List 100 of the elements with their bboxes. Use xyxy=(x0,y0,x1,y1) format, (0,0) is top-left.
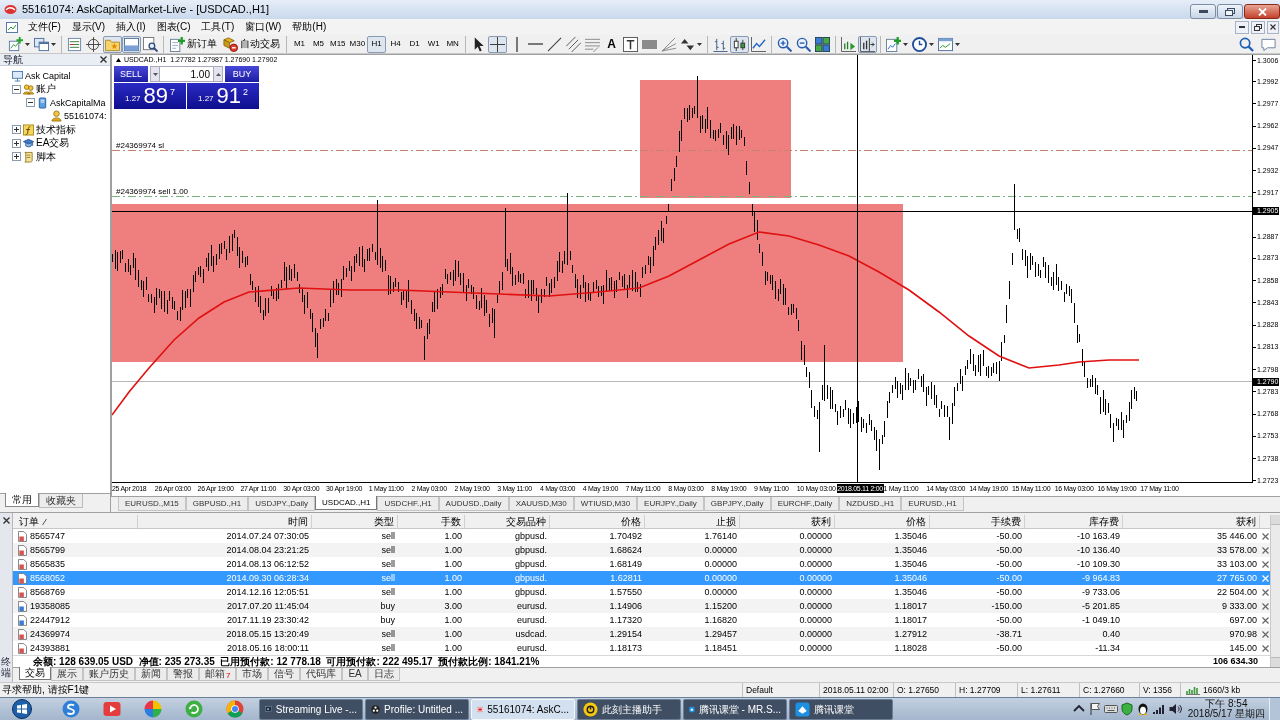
menu-item[interactable]: 显示(V) xyxy=(67,20,110,34)
table-row[interactable]: 19358085 2017.07.20 11:45:04 buy 3.00 eurusd. 1.14906 1.15200 0.00000 1.18017 -150.00 -5 201.85 9 333.00 xyxy=(13,599,1270,613)
close-icon[interactable] xyxy=(1262,616,1269,624)
new-chart-button[interactable] xyxy=(6,35,32,53)
chart-tab[interactable]: USDCAD.,H1 xyxy=(315,496,378,510)
panel-tab[interactable]: 常用 xyxy=(5,493,39,507)
timeframe-button[interactable]: M5 xyxy=(309,35,328,53)
sell-button[interactable]: SELL xyxy=(114,66,148,82)
tree-item[interactable]: 账户 xyxy=(36,83,56,96)
taskbar-button[interactable]: 腾讯课堂 - MR.S... xyxy=(683,698,787,720)
table-row[interactable]: 8565799 2014.08.04 23:21:25 sell 1.00 gbpusd. 1.68624 0.00000 0.00000 1.35046 -50.00 -10 136.40 33 578.00 xyxy=(13,543,1270,557)
chart-tab[interactable]: GBPJPY.,Daily xyxy=(703,497,771,511)
candlestick-chart-button[interactable] xyxy=(730,35,750,53)
close-icon[interactable] xyxy=(100,56,107,63)
timeframe-button[interactable]: M1 xyxy=(290,35,309,53)
close-icon[interactable] xyxy=(2,517,10,524)
chart-tab[interactable]: EURUSD.,H1 xyxy=(901,497,964,511)
close-icon[interactable] xyxy=(1262,546,1269,554)
panel-tab[interactable]: 展示 xyxy=(51,668,83,681)
panel-tab[interactable]: 信号 xyxy=(268,668,301,681)
profiles-button[interactable] xyxy=(32,35,58,53)
keyboard-icon[interactable] xyxy=(1103,702,1118,716)
menu-item[interactable]: 窗口(W) xyxy=(241,20,286,34)
auto-trading-button[interactable]: 自动交易 xyxy=(220,35,283,53)
shield-icon[interactable] xyxy=(1119,702,1134,716)
text-tool-button[interactable]: A xyxy=(602,35,622,53)
menu-item[interactable]: 工具(T) xyxy=(197,20,239,34)
templates-button[interactable] xyxy=(936,35,963,53)
zoom-in-button[interactable] xyxy=(775,35,795,53)
new-order-button[interactable]: 新订单 xyxy=(167,35,220,53)
tree-item[interactable]: Ask Capital xyxy=(25,69,71,82)
auto-scroll-button[interactable] xyxy=(839,35,859,53)
taskbar-button[interactable]: 腾讯课堂 xyxy=(789,698,893,720)
close-button[interactable] xyxy=(1244,4,1280,19)
timeframe-button[interactable]: MN xyxy=(443,35,463,53)
panel-tab[interactable]: EA xyxy=(342,668,368,681)
minimize-button[interactable] xyxy=(1190,4,1216,19)
table-row[interactable]: 24369974 2018.05.15 13:20:49 sell 1.00 usdcad. 1.29154 1.29457 0.00000 1.27912 -38.71 0.40 970.98 xyxy=(13,627,1270,641)
close-icon[interactable] xyxy=(1262,644,1269,652)
timeframe-button[interactable]: M15 xyxy=(328,35,348,53)
timeframe-button[interactable]: H1 xyxy=(367,35,387,53)
crosshair-button[interactable] xyxy=(488,35,508,53)
increase-button[interactable] xyxy=(213,66,223,82)
chart-tab[interactable]: XAUUSD,M30 xyxy=(508,497,574,511)
decrease-button[interactable] xyxy=(150,66,160,82)
panel-tab[interactable]: 代码库 xyxy=(300,668,343,681)
signal-bars-icon[interactable] xyxy=(1151,702,1166,716)
minimize-button[interactable] xyxy=(1235,20,1249,34)
close-icon[interactable] xyxy=(1262,588,1269,596)
timeframe-button[interactable]: D1 xyxy=(405,35,425,53)
market-watch-button[interactable] xyxy=(65,35,84,53)
chart-tab[interactable]: EURUSD.,M15 xyxy=(118,497,186,511)
strategy-tester-button[interactable] xyxy=(141,35,160,53)
tree-item[interactable]: 脚本 xyxy=(36,150,56,163)
plus-box-icon[interactable] xyxy=(12,138,21,148)
close-icon[interactable] xyxy=(1262,602,1269,610)
timeframe-button[interactable]: W1 xyxy=(424,35,444,53)
chart-tab[interactable]: USDJPY.,Daily xyxy=(248,497,316,511)
close-icon[interactable] xyxy=(1262,532,1269,540)
panel-tab[interactable]: 交易 xyxy=(19,667,51,680)
terminal-button[interactable] xyxy=(122,35,141,53)
menu-item[interactable]: 图表(C) xyxy=(152,20,195,34)
chart-tab[interactable]: EURCHF.,Daily xyxy=(770,497,840,511)
restore-button[interactable] xyxy=(1217,4,1243,19)
show-desktop-button[interactable] xyxy=(1269,697,1280,720)
taskbar-button[interactable]: Streaming Live -... xyxy=(259,698,363,720)
tree-item[interactable]: AskCapitalMa xyxy=(50,96,106,109)
text-label-button[interactable] xyxy=(621,35,641,53)
taskbar-button[interactable]: 此刻主播助手 xyxy=(577,698,681,720)
chart-tab[interactable]: AUDUSD.,Daily xyxy=(438,497,509,511)
tree-item[interactable]: 技术指标 xyxy=(36,123,76,136)
panel-tab[interactable]: 市场 xyxy=(236,668,269,681)
plus-box-icon[interactable] xyxy=(12,125,21,135)
buy-button[interactable]: BUY xyxy=(225,66,259,82)
tree-item[interactable]: EA交易 xyxy=(36,137,70,150)
timeframe-button[interactable]: H4 xyxy=(386,35,406,53)
minus-box-icon[interactable] xyxy=(26,98,35,108)
flag-icon[interactable] xyxy=(1087,702,1102,716)
close-button[interactable] xyxy=(1267,20,1279,34)
speaker-icon[interactable] xyxy=(1167,702,1182,716)
zoom-out-button[interactable] xyxy=(794,35,814,53)
taskbar-button[interactable]: 55161074: AskC... xyxy=(471,698,575,720)
tile-windows-button[interactable] xyxy=(813,35,833,53)
taskbar-button[interactable]: Profile: Untitled ... xyxy=(365,698,469,720)
lot-field[interactable]: 1.00 xyxy=(160,66,213,82)
menu-item[interactable]: 帮助(H) xyxy=(288,20,331,34)
periods-button[interactable] xyxy=(910,35,937,53)
tree-item[interactable]: 55161074: xyxy=(64,110,107,123)
chart-tab[interactable]: NZDUSD.,H1 xyxy=(839,497,902,511)
close-icon[interactable] xyxy=(1262,630,1269,638)
timeframe-button[interactable]: M30 xyxy=(347,35,368,53)
chart-tab[interactable]: GBPUSD.,H1 xyxy=(185,497,249,511)
panel-tab[interactable]: 新闻 xyxy=(135,668,167,681)
menu-item[interactable]: 插入(I) xyxy=(112,20,150,34)
data-window-button[interactable] xyxy=(84,35,103,53)
minus-box-icon[interactable] xyxy=(12,84,21,94)
panel-tab[interactable]: 收藏夹 xyxy=(39,494,83,508)
indicators-button[interactable] xyxy=(884,35,911,53)
plus-box-icon[interactable] xyxy=(12,152,21,162)
menu-item[interactable]: 文件(F) xyxy=(24,20,65,34)
